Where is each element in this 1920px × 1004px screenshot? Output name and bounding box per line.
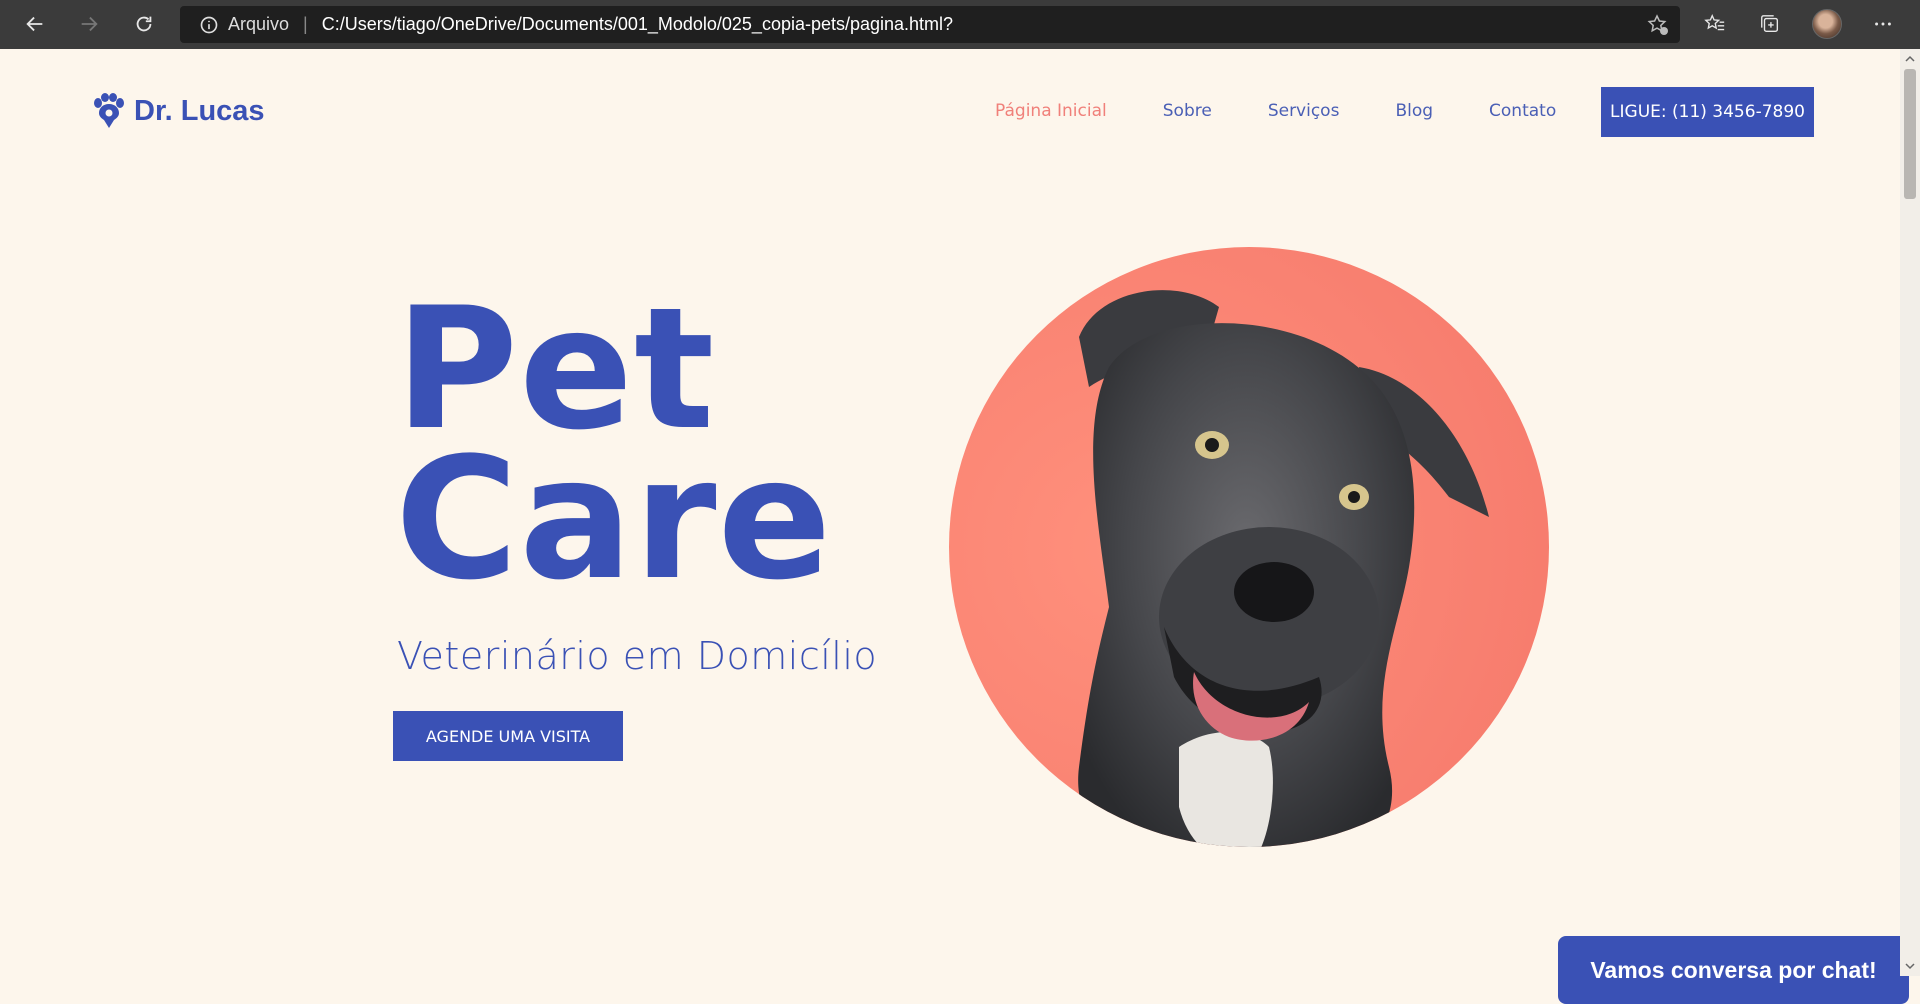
paw-icon <box>94 93 124 128</box>
web-page: Dr. Lucas Página Inicial Sobre Serviços … <box>10 49 1909 1004</box>
protocol-label: Arquivo <box>228 14 290 34</box>
hero-title-line-2: Care <box>395 421 833 617</box>
scroll-up-icon[interactable] <box>1904 53 1916 65</box>
hero-subtitle: Veterinário em Domicílio <box>397 634 878 678</box>
forward-icon[interactable] <box>72 8 106 40</box>
add-favorite-icon[interactable] <box>1646 13 1670 37</box>
dog-illustration <box>1078 290 1489 847</box>
favorites-icon[interactable] <box>1698 8 1732 40</box>
collections-icon[interactable] <box>1753 8 1787 40</box>
dog-photo <box>949 247 1549 847</box>
profile-avatar[interactable] <box>1810 8 1844 40</box>
brand-name: Dr. Lucas <box>134 94 265 127</box>
page-scrollbar[interactable] <box>1900 49 1920 976</box>
more-menu-icon[interactable] <box>1866 8 1900 40</box>
reload-icon[interactable] <box>127 8 161 40</box>
main-nav: Página Inicial Sobre Serviços Blog Conta… <box>995 101 1556 121</box>
avatar[interactable] <box>1812 9 1842 39</box>
info-icon[interactable] <box>198 14 220 36</box>
nav-item-pagina-inicial[interactable]: Página Inicial <box>995 101 1107 121</box>
hero-title: Pet Care <box>395 285 833 617</box>
scrollbar-thumb[interactable] <box>1904 69 1916 199</box>
back-icon[interactable] <box>18 8 52 40</box>
scroll-down-icon[interactable] <box>1904 960 1916 972</box>
schedule-visit-button[interactable]: AGENDE UMA VISITA <box>393 711 623 761</box>
nav-item-servicos[interactable]: Serviços <box>1268 101 1340 121</box>
call-button[interactable]: LIGUE: (11) 3456-7890 <box>1601 87 1814 137</box>
url-text[interactable]: C:/Users/tiago/OneDrive/Documents/001_Mo… <box>322 14 953 35</box>
nav-item-sobre[interactable]: Sobre <box>1163 101 1212 121</box>
brand-logo[interactable]: Dr. Lucas <box>92 93 265 129</box>
nav-item-blog[interactable]: Blog <box>1395 101 1433 121</box>
browser-toolbar: Arquivo | C:/Users/tiago/OneDrive/Docume… <box>0 0 1920 49</box>
address-separator: | <box>303 14 308 34</box>
chat-button[interactable]: Vamos conversa por chat! <box>1558 936 1909 1004</box>
address-bar[interactable]: Arquivo | C:/Users/tiago/OneDrive/Docume… <box>180 6 1680 43</box>
nav-item-contato[interactable]: Contato <box>1489 101 1556 121</box>
